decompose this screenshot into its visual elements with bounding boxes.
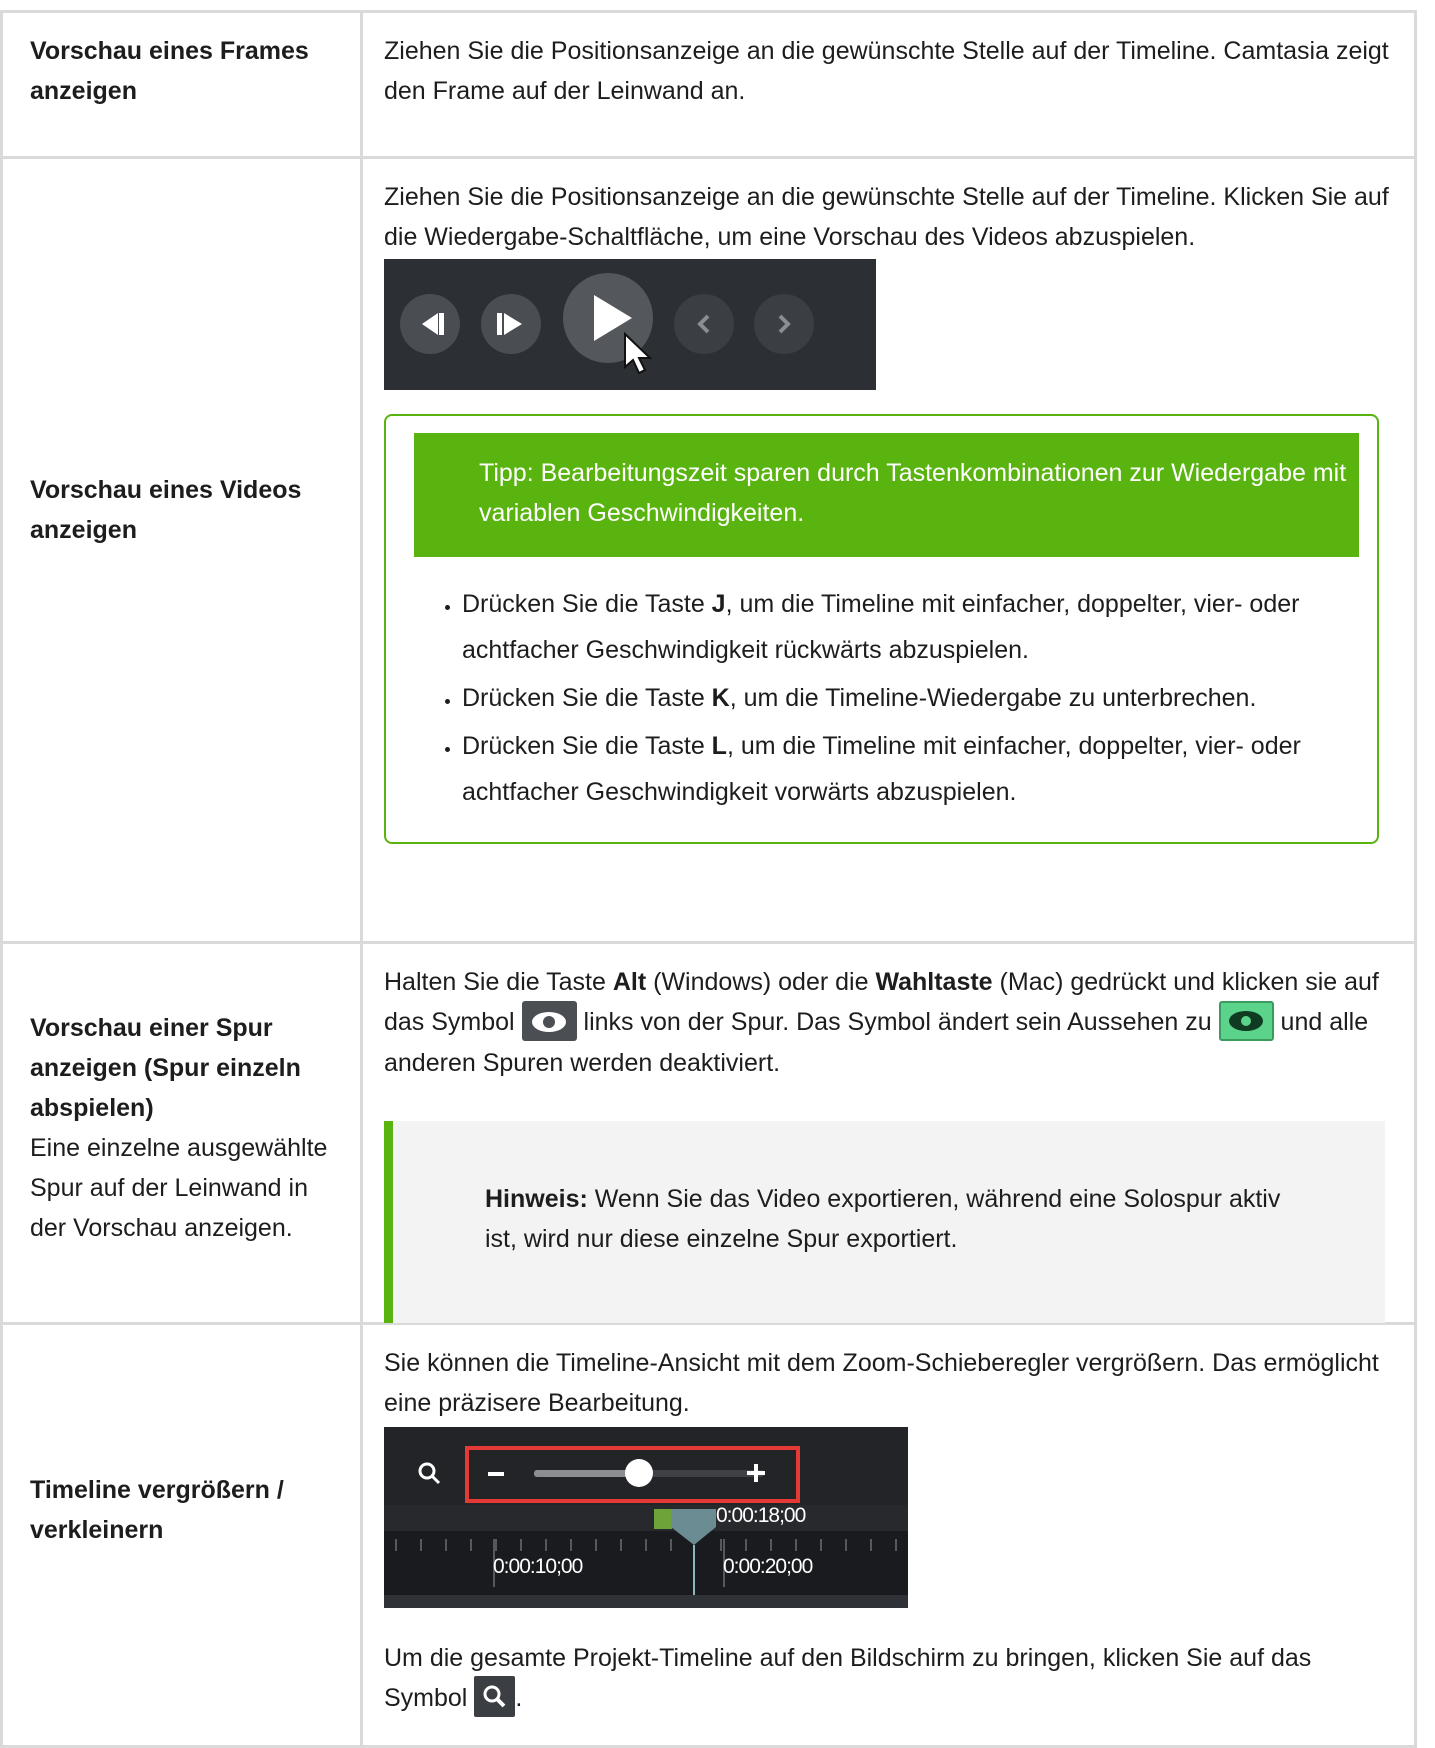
note-text: Wenn Sie das Video exportieren, während … [485,1185,1281,1254]
text-span: (Windows) oder die [646,968,876,996]
tip-box: Tipp: Bearbeitungszeit sparen durch Tast… [384,414,1379,844]
row-label: Vorschau eines Videos anzeigen [30,476,302,544]
list-item-text: Drücken Sie die Taste [462,684,712,712]
timeline-graphic [384,1427,908,1608]
text-span: Halten Sie die Taste [384,968,613,996]
table-row: Timeline vergrößern / verkleinern Sie kö… [3,1325,1414,1748]
player-controls-screenshot [384,259,876,390]
zoom-minus [488,1472,504,1476]
row-text: Um die gesamte Projekt-Timeline auf den … [384,1638,1394,1720]
tip-list: Drücken Sie die Taste J , um die Timeline… [414,581,1359,815]
table-row: Vorschau eines Videos anzeigen Ziehen Si… [3,159,1414,944]
solo-eye-icon [1218,1001,1274,1042]
tick-label: 0:00:10;00 [493,1555,583,1578]
list-item: Drücken Sie die Taste L, um die Timeline… [462,723,1359,815]
playhead-time: 0:00:18;00 [716,1504,806,1527]
zoom-slider-knob [625,1459,653,1487]
shortcut-key: L [711,732,727,760]
row-label: Timeline vergrößern / verkleinern [30,1476,284,1544]
next-marker-button [754,294,814,354]
row-content-cell: Halten Sie die Taste Alt (Windows) oder … [363,944,1414,1324]
magnifier-icon [474,1675,516,1717]
shortcut-key: J [711,590,726,618]
note-box: Hinweis: Wenn Sie das Video exportieren,… [384,1121,1385,1324]
list-item: Drücken Sie die Taste K, um die Timeline… [462,675,1359,721]
row-text: Ziehen Sie die Positionsanzeige an die g… [384,37,1389,105]
row-content-cell: Ziehen Sie die Positionsanzeige an die g… [363,159,1414,941]
option-key: Wahltaste [875,968,993,996]
zoom-slider-screenshot: 0:00:18;00 0:00:10;00 0:00:20;00 [384,1427,908,1608]
shortcut-key: K [711,684,730,712]
table-row: Vorschau eines Frames anzeigen Ziehen Si… [3,13,1414,159]
row-content-cell: Ziehen Sie die Positionsanzeige an die g… [363,13,1414,156]
doc-table: Vorschau eines Frames anzeigen Ziehen Si… [0,10,1417,1748]
row-text: Halten Sie die Taste Alt (Windows) oder … [384,962,1394,1083]
tip-header: Tipp: Bearbeitungszeit sparen durch Tast… [414,433,1359,557]
row-label: Vorschau einer Spur anzeigen (Spur einze… [30,1014,301,1122]
step-forward-button [481,294,541,354]
row-sublabel: Eine einzelne ausgewählte Spur auf der L… [30,1134,328,1242]
tick-label: 0:00:20;00 [723,1555,813,1578]
row-label-cell: Vorschau einer Spur anzeigen (Spur einze… [3,944,363,1322]
row-content-cell: Sie können die Timeline-Ansicht mit dem … [363,1325,1414,1745]
text-span: links von der Spur. Das Symbol ändert se… [576,1008,1219,1036]
chevron-left-icon [697,314,710,334]
list-item-text: Drücken Sie die Taste [462,590,712,618]
table-row: Vorschau einer Spur anzeigen (Spur einze… [3,944,1414,1325]
row-text: Ziehen Sie die Positionsanzeige an die g… [384,183,1389,251]
note-label: Hinweis: [485,1185,588,1214]
row-label: Vorschau eines Frames anzeigen [30,37,309,105]
text-span: Um die gesamte Projekt-Timeline auf den … [384,1644,1312,1712]
previous-marker-button [674,294,734,354]
text-span: . [515,1684,523,1712]
row-label-cell: Vorschau eines Frames anzeigen [3,13,363,156]
row-label-cell: Vorschau eines Videos anzeigen [3,159,363,941]
row-label-cell: Timeline vergrößern / verkleinern [3,1325,363,1745]
step-forward-icon [497,313,522,335]
list-item-text: , um die Timeline-Wiedergabe zu unterbre… [729,684,1257,712]
list-item-text: Drücken Sie die Taste [462,732,712,760]
chevron-right-icon [778,314,791,334]
list-item: Drücken Sie die Taste J, um die Timeline… [462,581,1359,673]
eye-icon [521,1001,577,1042]
cursor-icon [624,331,653,375]
step-back-icon [422,313,444,335]
step-back-button [400,294,460,354]
row-text: Sie können die Timeline-Ansicht mit dem … [384,1349,1379,1417]
alt-key: Alt [612,968,647,996]
